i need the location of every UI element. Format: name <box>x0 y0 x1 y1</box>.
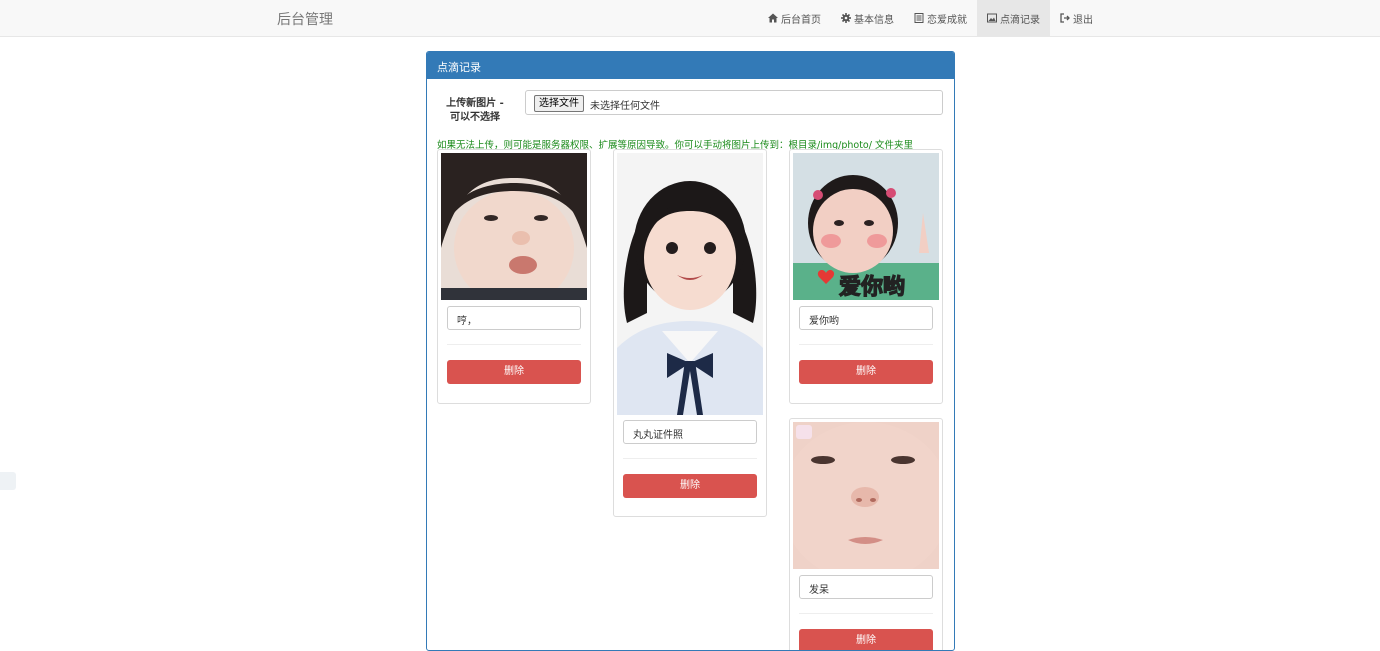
file-input[interactable]: 选择文件 未选择任何文件 <box>525 90 943 115</box>
list-icon <box>914 13 924 23</box>
divider <box>447 344 581 345</box>
panel-title: 点滴记录 <box>427 52 954 79</box>
upload-label-line2: 可以不选择 <box>450 112 500 123</box>
photo-caption-input[interactable]: 爱你哟 <box>799 306 933 330</box>
choose-file-button[interactable]: 选择文件 <box>534 95 584 112</box>
top-navbar: 后台管理 后台首页 基本信息 恋爱成就 点滴记录 退出 <box>0 0 1380 37</box>
nav-item-logout[interactable]: 退出 <box>1050 0 1103 36</box>
photo-image[interactable] <box>441 153 587 300</box>
home-icon <box>768 13 778 23</box>
nav-item-label: 后台首页 <box>781 14 821 26</box>
nav-menu: 后台首页 基本信息 恋爱成就 点滴记录 退出 <box>758 0 1103 36</box>
nav-item-basic-info[interactable]: 基本信息 <box>831 0 904 36</box>
delete-button[interactable]: 删除 <box>623 474 757 498</box>
delete-button[interactable]: 删除 <box>799 360 933 384</box>
side-handle[interactable] <box>0 472 16 490</box>
delete-button[interactable]: 删除 <box>447 360 581 384</box>
photo-card: 爱你哟 爱你哟 删除 <box>789 149 943 404</box>
photo-image[interactable] <box>617 153 763 415</box>
photo-caption-input[interactable]: 哼， <box>447 306 581 330</box>
divider <box>623 458 757 459</box>
photo-image[interactable]: 爱你哟 <box>793 153 939 300</box>
nav-item-label: 恋爱成就 <box>927 14 967 26</box>
nav-item-records[interactable]: 点滴记录 <box>977 0 1050 36</box>
nav-item-label: 点滴记录 <box>1000 14 1040 26</box>
file-status: 未选择任何文件 <box>590 101 660 112</box>
divider <box>799 613 933 614</box>
photo-caption-input[interactable]: 发呆 <box>799 575 933 599</box>
nav-item-label: 基本信息 <box>854 14 894 26</box>
gear-icon <box>841 13 851 23</box>
photo-card: 丸丸证件照 删除 <box>613 149 767 517</box>
nav-item-home[interactable]: 后台首页 <box>758 0 831 36</box>
records-panel: 点滴记录 上传新图片 - 可以不选择 选择文件 未选择任何文件 如果无法上传，则… <box>426 51 955 651</box>
photo-image[interactable] <box>793 422 939 569</box>
photo-card: 哼， 删除 <box>437 149 591 404</box>
divider <box>799 344 933 345</box>
picture-icon <box>987 13 997 23</box>
nav-item-achievements[interactable]: 恋爱成就 <box>904 0 977 36</box>
nav-item-label: 退出 <box>1073 14 1093 26</box>
upload-label: 上传新图片 - 可以不选择 <box>439 97 511 125</box>
logout-icon <box>1060 13 1070 23</box>
delete-button[interactable]: 删除 <box>799 629 933 650</box>
upload-label-line1: 上传新图片 - <box>446 98 504 109</box>
photo-overlay-text: 爱你哟 <box>839 275 905 300</box>
brand-title[interactable]: 后台管理 <box>277 9 333 29</box>
photo-caption-input[interactable]: 丸丸证件照 <box>623 420 757 444</box>
photo-card: 发呆 删除 <box>789 418 943 650</box>
